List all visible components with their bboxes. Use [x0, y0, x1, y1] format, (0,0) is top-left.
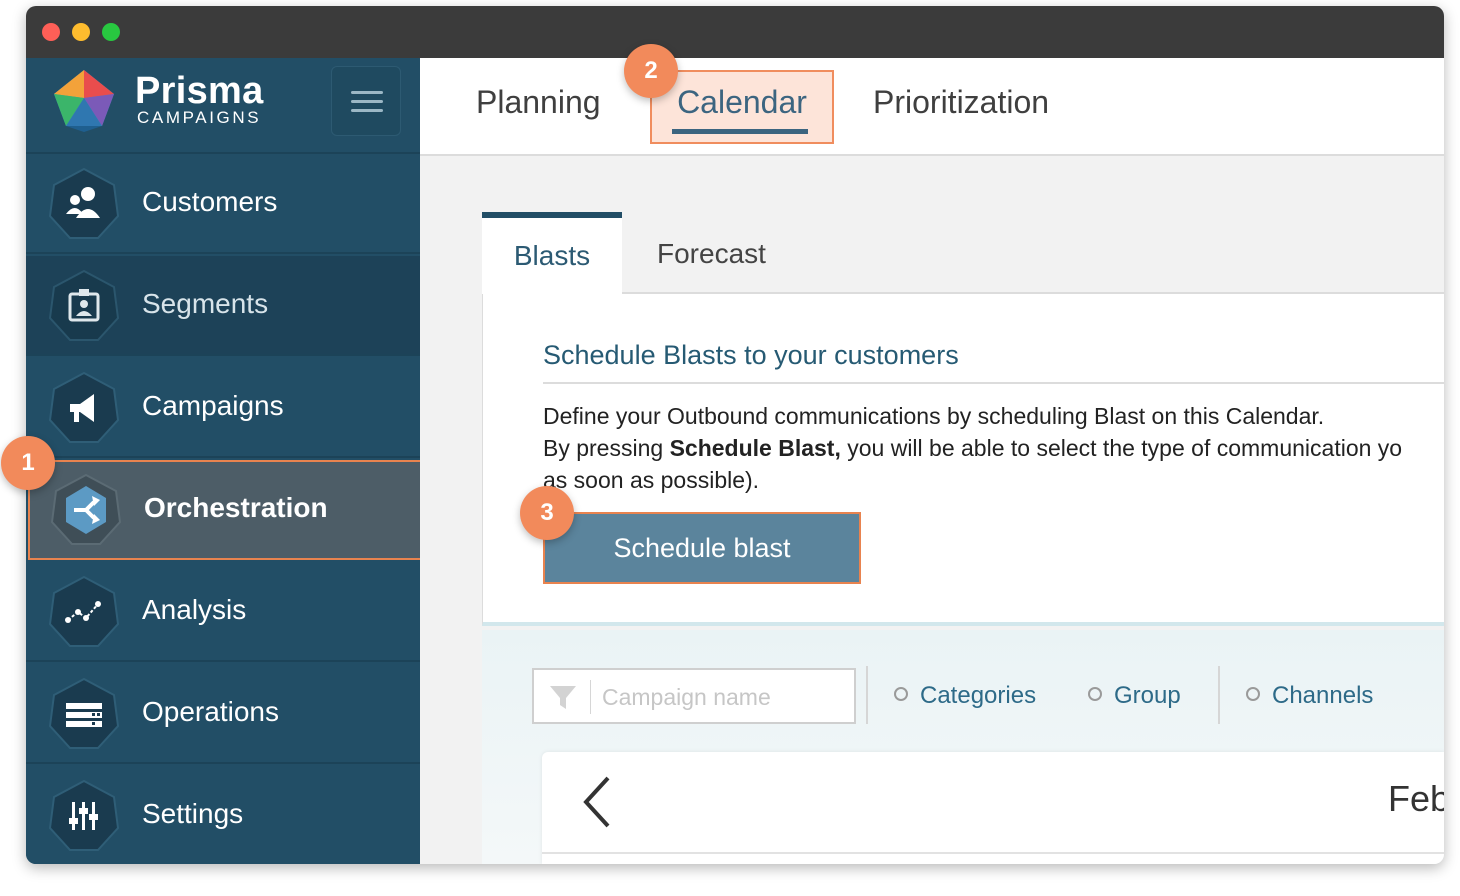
sidebar-item-settings[interactable]: Settings — [26, 766, 420, 864]
filter-funnel-icon — [550, 686, 576, 709]
brand-subtitle: CAMPAIGNS — [137, 108, 262, 127]
menu-line — [351, 91, 383, 94]
description-text: By pressing — [543, 435, 670, 461]
minimize-window-button[interactable] — [72, 23, 90, 41]
app-window: Prisma CAMPAIGNS Customers Segments Camp… — [26, 6, 1444, 864]
sidebar-item-analysis[interactable]: Analysis — [26, 562, 420, 662]
subtab-forecast[interactable]: Forecast — [657, 212, 766, 294]
menu-line — [351, 100, 383, 103]
campaign-name-input[interactable] — [602, 680, 842, 714]
chevron-left-icon[interactable] — [578, 774, 618, 830]
title-bar — [26, 6, 1444, 58]
description-line-3: as soon as possible). — [543, 467, 760, 493]
blasts-panel: Schedule Blasts to your customers Define… — [482, 294, 1444, 626]
sidebar-item-label: Campaigns — [142, 390, 284, 421]
active-tab-underline — [672, 129, 808, 134]
panel-description: Define your Outbound communications by s… — [543, 400, 1444, 496]
filter-separator — [866, 666, 868, 724]
orchestration-icon — [48, 472, 124, 548]
sidebar-item-operations[interactable]: Operations — [26, 664, 420, 764]
filter-categories[interactable]: Categories — [894, 682, 1036, 710]
calendar-card: Feb — [542, 752, 1444, 864]
description-emphasis: Schedule Blast, — [669, 435, 841, 461]
tab-prioritization[interactable]: Prioritization — [873, 84, 1049, 121]
maximize-window-button[interactable] — [102, 23, 120, 41]
step-badge-1: 1 — [1, 436, 55, 490]
filter-label: Channels — [1272, 682, 1374, 709]
operations-icon — [46, 676, 122, 752]
analysis-chart-icon — [46, 574, 122, 650]
logo-row: Prisma CAMPAIGNS — [26, 58, 420, 154]
filter-group[interactable]: Group — [1088, 682, 1181, 710]
filter-label: Group — [1114, 682, 1181, 709]
prisma-logo-icon — [54, 70, 114, 132]
panel-title: Schedule Blasts to your customers — [543, 340, 959, 370]
tab-calendar[interactable]: Calendar — [650, 70, 834, 144]
sidebar-item-label: Customers — [142, 186, 278, 217]
sliders-icon — [46, 778, 122, 854]
sidebar-item-customers[interactable]: Customers — [26, 154, 420, 254]
sidebar-item-label: Operations — [142, 696, 279, 727]
sidebar-item-label: Settings — [142, 798, 244, 829]
hamburger-menu-button[interactable] — [331, 66, 401, 136]
sidebar: Prisma CAMPAIGNS Customers Segments Camp… — [26, 58, 422, 864]
sidebar-item-orchestration[interactable]: Orchestration — [28, 460, 422, 560]
schedule-blast-button[interactable]: Schedule blast — [543, 512, 861, 584]
sidebar-item-label: Orchestration — [144, 492, 328, 523]
close-window-button[interactable] — [42, 23, 60, 41]
tab-calendar-label: Calendar — [677, 84, 807, 120]
sidebar-item-label: Segments — [142, 288, 269, 319]
search-separator — [590, 680, 591, 714]
campaign-search-box — [532, 668, 856, 724]
menu-line — [351, 109, 383, 112]
calendar-month-label: Feb — [1388, 778, 1444, 819]
filter-separator — [1218, 666, 1220, 724]
sidebar-item-campaigns[interactable]: Campaigns — [26, 358, 420, 458]
brand-name: Prisma — [135, 70, 264, 112]
calendar-divider — [542, 852, 1444, 854]
tab-planning[interactable]: Planning — [476, 84, 601, 121]
filter-channels[interactable]: Channels — [1246, 682, 1373, 710]
megaphone-icon — [46, 370, 122, 446]
step-badge-3: 3 — [520, 486, 574, 540]
radio-icon — [1246, 687, 1260, 701]
sidebar-item-label: Analysis — [142, 594, 247, 625]
radio-icon — [1088, 687, 1102, 701]
top-tab-bar: Planning Calendar Prioritization — [420, 58, 1444, 156]
description-text: you will be able to select the type of c… — [840, 435, 1403, 461]
sidebar-item-segments[interactable]: Segments — [26, 256, 420, 356]
divider — [543, 382, 1444, 384]
subtab-blasts[interactable]: Blasts — [482, 212, 622, 294]
description-line-2: By pressing Schedule Blast, you will be … — [543, 432, 1444, 464]
description-line-1: Define your Outbound communications by s… — [543, 403, 1325, 429]
filter-label: Categories — [920, 682, 1037, 709]
subtab-bar: Blasts Forecast — [482, 212, 1444, 294]
segments-icon — [46, 268, 122, 344]
filter-bar: Categories Group Channels Feb — [482, 630, 1444, 864]
step-badge-2: 2 — [624, 44, 678, 98]
radio-icon — [894, 687, 908, 701]
customers-icon — [46, 166, 122, 242]
